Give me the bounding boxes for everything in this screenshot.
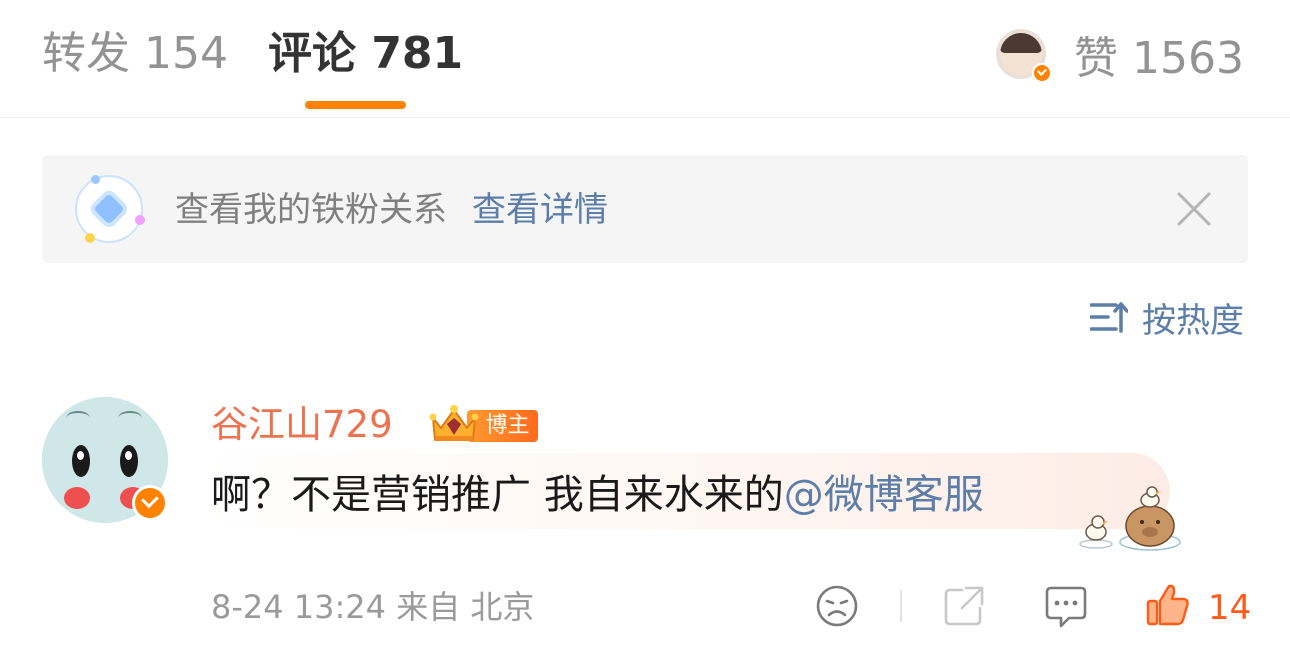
verified-icon	[132, 485, 168, 521]
blogger-badge[interactable]: 博主	[427, 402, 538, 444]
close-icon[interactable]	[1176, 191, 1212, 227]
comment-mention[interactable]: @微博客服	[784, 472, 984, 518]
fan-relation-banner: 查看我的铁粉关系 查看详情	[42, 155, 1248, 263]
thumbs-up-icon[interactable]	[1145, 582, 1191, 628]
tab-bar: 转发 154 评论 781 赞 1563	[0, 0, 1290, 118]
action-divider	[900, 590, 902, 622]
comment-date: 8-24 13:24	[211, 588, 387, 626]
comment-source: 来自 北京	[396, 588, 535, 626]
share-icon[interactable]	[942, 584, 988, 630]
verified-icon	[1032, 63, 1053, 83]
capybara-duck-decoration-icon	[1079, 486, 1181, 551]
tab-like[interactable]: 赞 1563	[996, 26, 1244, 84]
comment-icon[interactable]	[1043, 584, 1089, 630]
fan-gem-icon	[75, 175, 145, 243]
sad-face-icon[interactable]	[815, 584, 861, 630]
tab-repost[interactable]: 转发 154	[42, 26, 228, 82]
commenter-avatar[interactable]	[42, 397, 168, 523]
like-count[interactable]: 14	[1208, 587, 1251, 629]
liker-avatar	[996, 29, 1053, 83]
fan-banner-link[interactable]: 查看详情	[472, 189, 608, 231]
comment-username[interactable]: 谷江山729	[211, 402, 393, 448]
sort-label: 按热度	[1142, 300, 1244, 341]
crown-badge-icon	[429, 405, 479, 441]
comment-body: 啊？不是营销推广 我自来水来的	[211, 472, 784, 518]
sort-button[interactable]: 按热度	[1090, 294, 1244, 341]
tab-like-label: 赞 1563	[1074, 33, 1244, 84]
comment-meta: 8-24 13:24 来自 北京	[211, 586, 534, 628]
active-tab-indicator	[305, 101, 406, 109]
tab-comment[interactable]: 评论 781	[268, 26, 463, 82]
comment-text: 啊？不是营销推广 我自来水来的@微博客服	[211, 470, 984, 520]
sort-icon	[1090, 302, 1128, 333]
fan-banner-text: 查看我的铁粉关系	[175, 190, 447, 230]
